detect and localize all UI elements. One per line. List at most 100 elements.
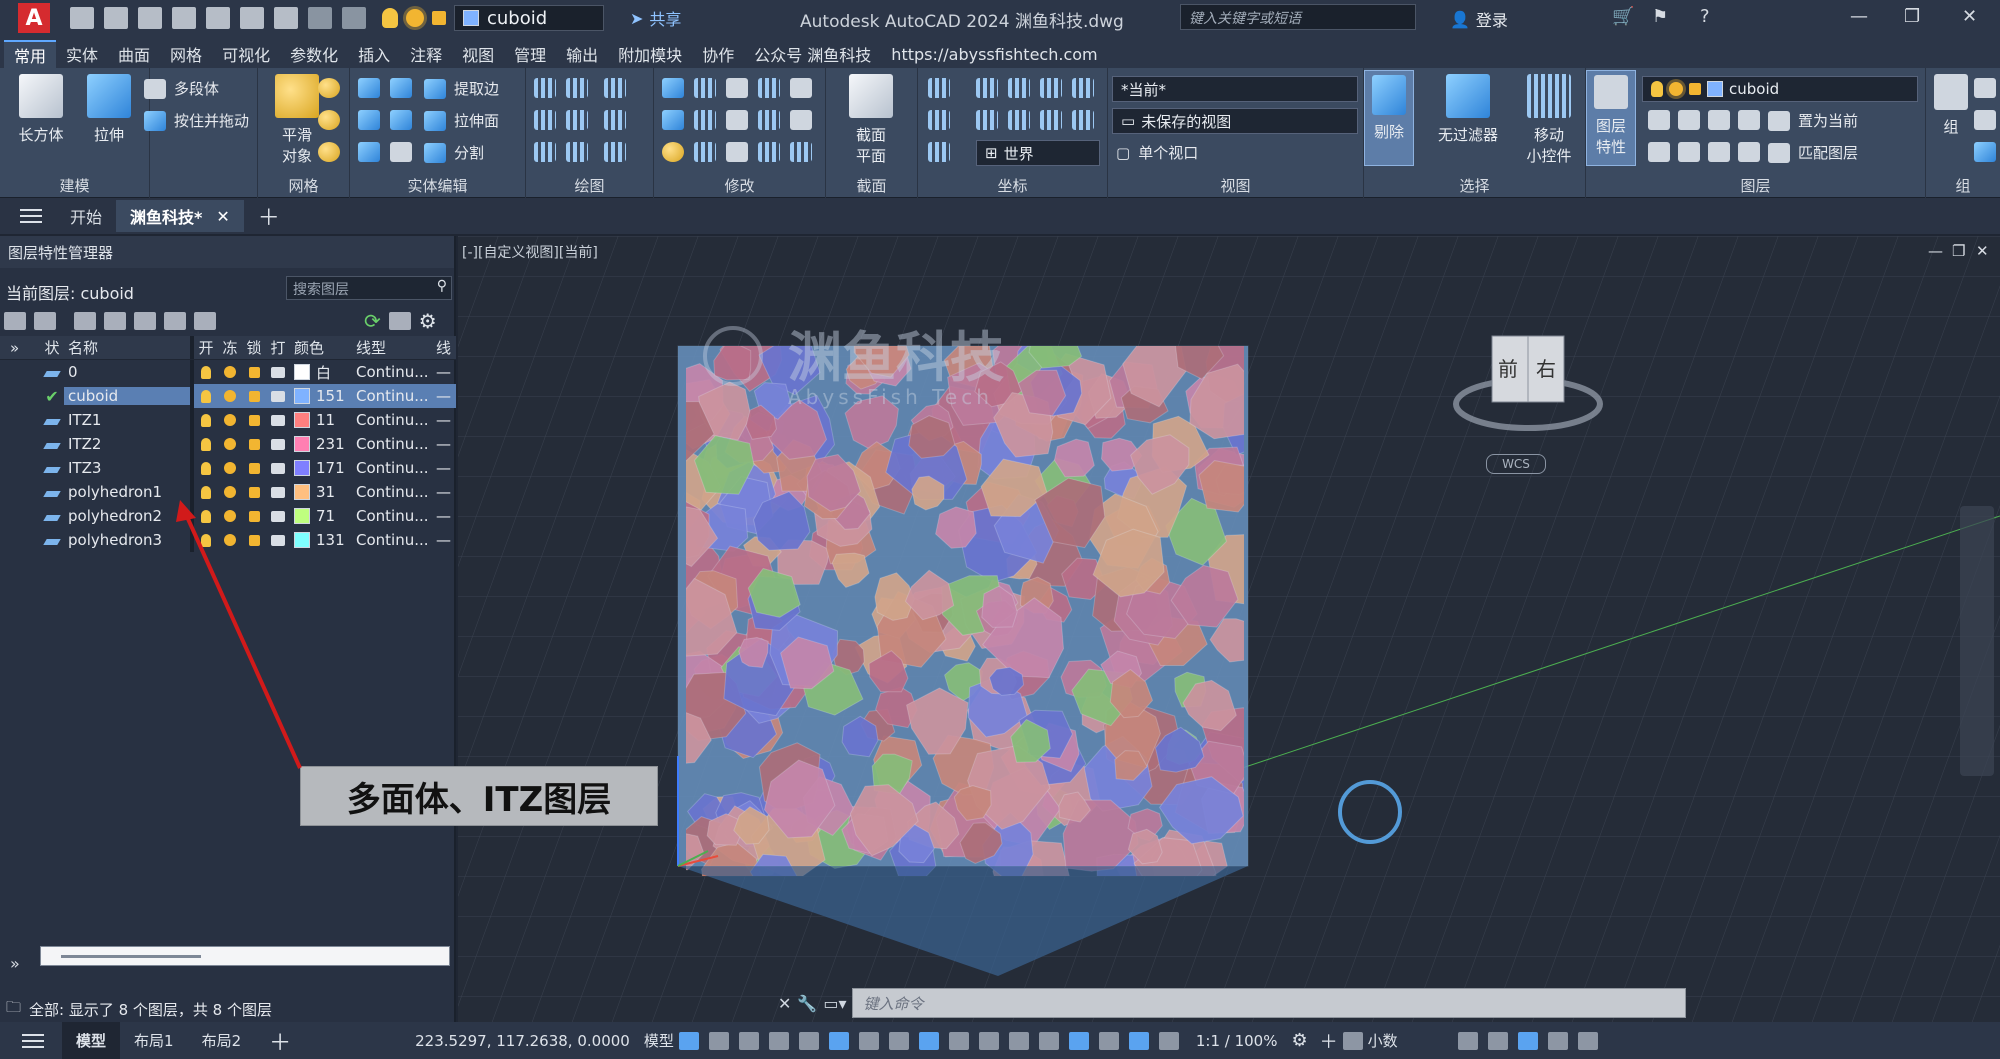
new-layout-button[interactable]: ＋ xyxy=(255,1022,305,1059)
new-property-filter-icon[interactable] xyxy=(4,312,26,330)
ribbon-tab-mesh[interactable]: 网格 xyxy=(160,40,212,68)
save-icon[interactable] xyxy=(138,7,162,29)
layer-row[interactable]: ITZ2 231 Continu... — xyxy=(0,432,456,456)
layer-name[interactable]: polyhedron1 xyxy=(64,483,190,501)
layer-linetype-cell[interactable]: Continu... xyxy=(352,483,436,501)
layer-freeze-toggle[interactable] xyxy=(218,366,242,378)
layer-name[interactable]: ITZ3 xyxy=(64,459,190,477)
header-freeze[interactable]: 冻 xyxy=(218,337,242,358)
command-input[interactable]: 键入命令 xyxy=(852,988,1686,1018)
layer-linetype-cell[interactable]: Continu... xyxy=(352,435,436,453)
minimize-icon[interactable]: — xyxy=(1850,6,1868,27)
header-plot[interactable]: 打 xyxy=(266,337,290,358)
layer-color-cell[interactable]: 11 xyxy=(290,411,352,429)
layer-lineweight-cell[interactable]: — xyxy=(436,483,456,501)
gizmo-icon[interactable] xyxy=(1128,1031,1149,1050)
help-search-input[interactable]: 键入关键字或短语 xyxy=(1180,4,1416,30)
thicken-icon[interactable] xyxy=(390,142,412,162)
layer-plot-toggle[interactable] xyxy=(266,390,290,402)
layer-isolate-icon[interactable] xyxy=(1678,110,1700,130)
copy-icon[interactable] xyxy=(758,78,780,98)
settings-small-icon[interactable] xyxy=(388,312,411,330)
ucs-x-icon[interactable] xyxy=(976,110,998,130)
3dmove-icon[interactable] xyxy=(694,78,716,98)
infer-constraints-icon[interactable] xyxy=(738,1031,759,1050)
lineweight-icon[interactable] xyxy=(948,1031,969,1050)
layer-lock-toggle[interactable] xyxy=(242,510,266,522)
selection-cycling-icon[interactable] xyxy=(1008,1031,1029,1050)
layer-plot-toggle[interactable] xyxy=(266,366,290,378)
panel-label-layers[interactable]: 图层 xyxy=(1586,175,1925,196)
isodraft-icon[interactable] xyxy=(858,1031,879,1050)
layer-lineweight-cell[interactable]: — xyxy=(436,507,456,525)
named-view-combo[interactable]: ▭ 未保存的视图 xyxy=(1112,108,1358,134)
layer-lineweight-cell[interactable]: — xyxy=(436,363,456,381)
close-tab-icon[interactable]: ✕ xyxy=(216,207,229,226)
box-button[interactable]: 长方体 xyxy=(6,74,76,145)
coordinate-readout[interactable]: 223.5297, 117.2638, 0.0000 xyxy=(415,1032,630,1050)
cmd-close-icon[interactable]: ✕ xyxy=(778,994,791,1013)
mesh-crease-icon[interactable] xyxy=(318,142,340,162)
annotation-visibility-icon[interactable] xyxy=(1158,1031,1179,1050)
tab-layout2[interactable]: 布局2 xyxy=(188,1022,256,1059)
layer-thaw-icon[interactable] xyxy=(1708,142,1730,162)
layer-on-icon[interactable] xyxy=(1648,142,1670,162)
layer-name[interactable]: polyhedron3 xyxy=(64,531,190,549)
panel-label-groups[interactable]: 组 xyxy=(1926,175,2000,196)
open-file-icon[interactable] xyxy=(104,7,128,29)
redo-icon[interactable] xyxy=(342,7,366,29)
dynamic-ucs-icon[interactable] xyxy=(1068,1031,1089,1050)
layer-row[interactable]: 0 白 Continu... — xyxy=(0,360,456,384)
polysolid-button[interactable]: 多段体 xyxy=(144,78,219,99)
header-lock[interactable]: 锁 xyxy=(242,337,266,358)
layer-color-cell[interactable]: 171 xyxy=(290,459,352,477)
ribbon-tab-website[interactable]: https://abyssfishtech.com xyxy=(881,40,1107,68)
layer-linetype-cell[interactable]: Continu... xyxy=(352,387,436,405)
isolate-objects-icon[interactable] xyxy=(1517,1031,1538,1050)
undo-icon[interactable] xyxy=(308,7,332,29)
layer-freeze-icon[interactable] xyxy=(1708,110,1730,130)
layer-lineweight-cell[interactable]: — xyxy=(436,531,456,549)
lock-ui-icon[interactable] xyxy=(1487,1031,1508,1050)
panel-label-mesh[interactable]: 网格 xyxy=(258,175,349,196)
panel-label-selection[interactable]: 选择 xyxy=(1364,175,1585,196)
cart-icon[interactable]: 🛒 xyxy=(1612,6,1634,27)
layer-states-icon[interactable] xyxy=(74,312,96,330)
layer-on-toggle[interactable] xyxy=(194,485,218,499)
autodesk-icon[interactable]: ⚑ xyxy=(1652,6,1668,27)
ortho-icon[interactable] xyxy=(798,1031,819,1050)
layer-linetype-cell[interactable]: Continu... xyxy=(352,411,436,429)
layer-lineweight-cell[interactable]: — xyxy=(436,411,456,429)
navcube-right[interactable]: 右 xyxy=(1536,357,1556,381)
3darray-icon[interactable] xyxy=(694,110,716,130)
ucs-zaxis-icon[interactable] xyxy=(1072,110,1094,130)
ucs-y-icon[interactable] xyxy=(1008,110,1030,130)
ungroup-icon[interactable] xyxy=(1974,78,1996,98)
quick-properties-icon[interactable] xyxy=(1457,1031,1478,1050)
layer-lock-toggle[interactable] xyxy=(242,462,266,474)
wcs-menu[interactable]: WCS xyxy=(1486,454,1546,474)
align-icon[interactable] xyxy=(758,110,780,130)
save-as-icon[interactable] xyxy=(172,7,196,29)
scale-icon[interactable] xyxy=(726,142,748,162)
ellipse-icon[interactable] xyxy=(604,142,626,162)
polyline-icon[interactable] xyxy=(566,78,588,98)
layer-linetype-cell[interactable]: Continu... xyxy=(352,363,436,381)
extract-edges-button[interactable]: 提取边 xyxy=(424,78,499,99)
extrude-button[interactable]: 拉伸 xyxy=(74,74,144,145)
ribbon-tab-annotate[interactable]: 注释 xyxy=(400,40,452,68)
layer-status-icon[interactable] xyxy=(40,507,64,525)
ribbon-tab-visualize[interactable]: 可视化 xyxy=(212,40,280,68)
ucs-face-icon[interactable] xyxy=(976,78,998,98)
rectangle-icon[interactable] xyxy=(566,142,588,162)
tab-layout1[interactable]: 布局1 xyxy=(120,1022,188,1059)
expand-filters-icon[interactable]: » xyxy=(0,339,40,357)
layer-on-toggle[interactable] xyxy=(194,437,218,451)
layer-lock-toggle[interactable] xyxy=(242,390,266,402)
ribbon-tab-surface[interactable]: 曲面 xyxy=(108,40,160,68)
tab-drawing[interactable]: 渊鱼科技* ✕ xyxy=(116,200,244,232)
snap-toggle-icon[interactable] xyxy=(708,1031,729,1050)
arc-icon[interactable] xyxy=(604,78,626,98)
set-current-layer-icon[interactable] xyxy=(194,312,216,330)
layer-name[interactable]: ITZ1 xyxy=(64,411,190,429)
